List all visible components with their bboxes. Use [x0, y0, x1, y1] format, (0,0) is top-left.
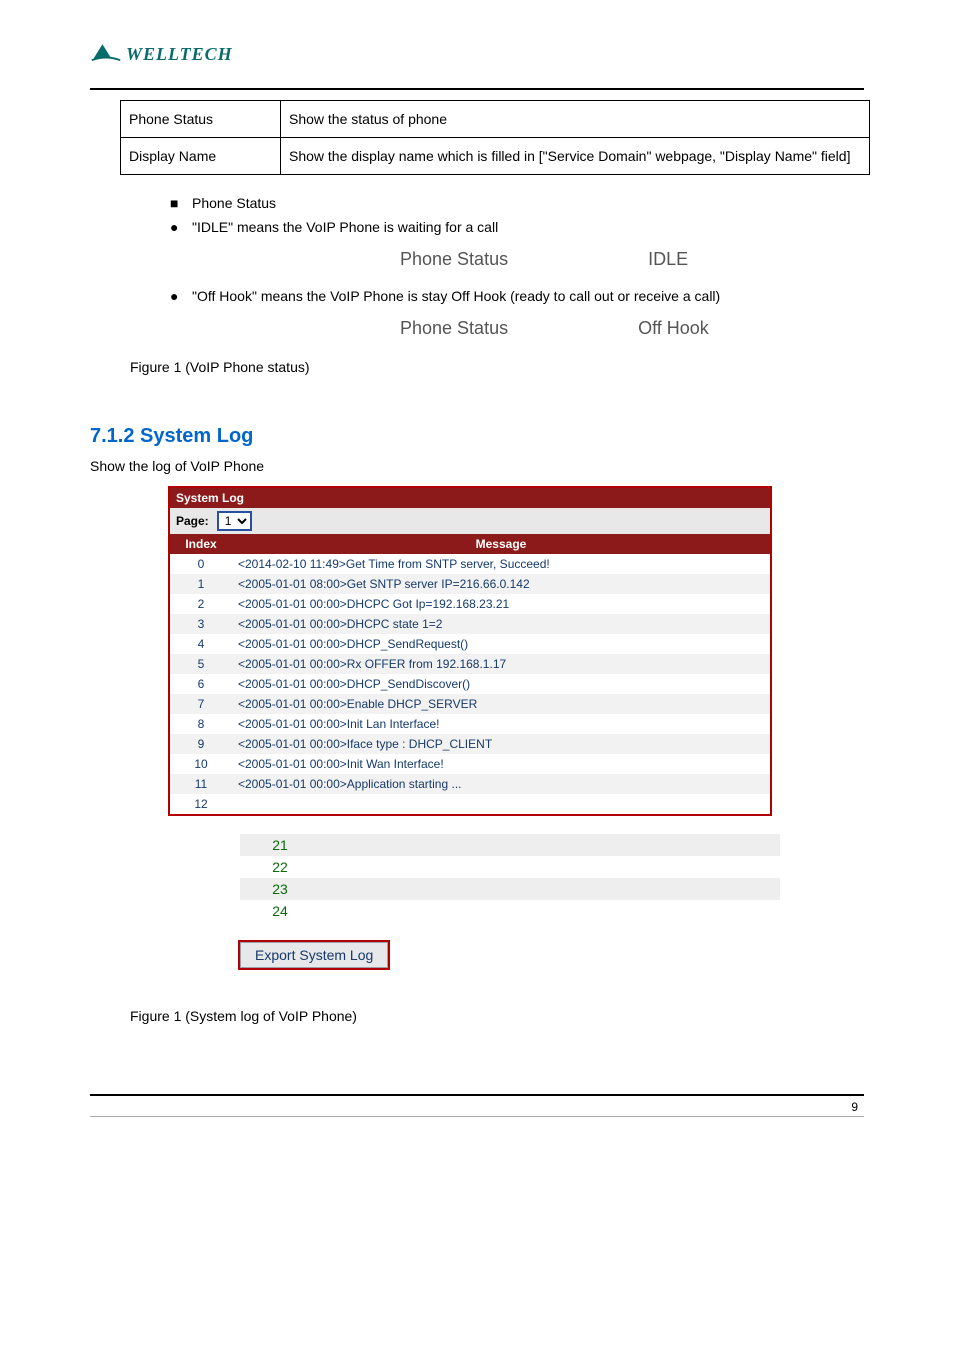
label: Phone Status [192, 195, 276, 211]
syslog-index: 9 [170, 734, 232, 754]
syslog-message: <2005-01-01 00:00>DHCPC Got Ip=192.168.2… [232, 594, 770, 614]
syslog-message: <2005-01-01 00:00>DHCPC state 1=2 [232, 614, 770, 634]
section-desc: Show the log of VoIP Phone [90, 458, 864, 474]
footer-rule [90, 1094, 864, 1096]
syslog-index: 2 [170, 594, 232, 614]
table-row: Phone Status Show the status of phone [121, 101, 870, 138]
table-row: Display Name Show the display name which… [121, 138, 870, 175]
syslog-row: 2<2005-01-01 00:00>DHCPC Got Ip=192.168.… [170, 594, 770, 614]
cell-value: Show the display name which is filled in… [281, 138, 870, 175]
col-message: Message [232, 534, 770, 554]
syslog-row: 1<2005-01-01 08:00>Get SNTP server IP=21… [170, 574, 770, 594]
bullet-icon: ■ [170, 195, 192, 211]
syslog-message: <2005-01-01 00:00>Enable DHCP_SERVER [232, 694, 770, 714]
phone-status-table: Phone Status Show the status of phone Di… [120, 100, 870, 175]
syslog-index: 1 [170, 574, 232, 594]
cell-value: Show the status of phone [281, 101, 870, 138]
phone-status-description: ■ Phone Status ● "IDLE" means the VoIP P… [170, 195, 864, 339]
footer-rule-light [90, 1116, 864, 1117]
syslog-message: <2005-01-01 00:00>Rx OFFER from 192.168.… [232, 654, 770, 674]
syslog-message: <2005-01-01 00:00>Iface type : DHCP_CLIE… [232, 734, 770, 754]
syslog-message: <2014-02-10 11:49>Get Time from SNTP ser… [232, 554, 770, 574]
syslog-index: 8 [170, 714, 232, 734]
syslog-message [232, 794, 770, 814]
syslog-row: 0<2014-02-10 11:49>Get Time from SNTP se… [170, 554, 770, 574]
row-index: 22 [240, 856, 320, 878]
export-system-log-button[interactable]: Export System Log [240, 942, 388, 968]
header-rule [90, 88, 864, 90]
figure-caption-2: Figure 1 (System log of VoIP Phone) [130, 1008, 864, 1024]
syslog-row: 5<2005-01-01 00:00>Rx OFFER from 192.168… [170, 654, 770, 674]
syslog-index: 7 [170, 694, 232, 714]
syslog-index: 10 [170, 754, 232, 774]
syslog-row: 7<2005-01-01 00:00>Enable DHCP_SERVER [170, 694, 770, 714]
syslog-message: <2005-01-01 00:00>Init Lan Interface! [232, 714, 770, 734]
syslog-row: 3<2005-01-01 00:00>DHCPC state 1=2 [170, 614, 770, 634]
cell-label: Display Name [121, 138, 281, 175]
logo-text: WELLTECH [126, 44, 233, 65]
bullet-icon: ● [170, 288, 192, 304]
fig-label: Phone Status [400, 318, 508, 339]
bullet-text: "Off Hook" means the VoIP Phone is stay … [192, 288, 720, 304]
fig-value: Off Hook [638, 318, 709, 339]
figure-caption-1: Figure 1 (VoIP Phone status) [130, 359, 864, 375]
row-index: 23 [240, 878, 320, 900]
syslog-row: 11<2005-01-01 00:00>Application starting… [170, 774, 770, 794]
syslog-index: 4 [170, 634, 232, 654]
section-title: 7.1.2 System Log [90, 425, 864, 448]
syslog-row: 4<2005-01-01 00:00>DHCP_SendRequest() [170, 634, 770, 654]
syslog-index: 0 [170, 554, 232, 574]
fig-value: IDLE [648, 249, 688, 270]
empty-rows-figure: 21 22 23 24 [240, 834, 780, 922]
syslog-row: 6<2005-01-01 00:00>DHCP_SendDiscover() [170, 674, 770, 694]
phone-status-figure-offhook: Phone Status Off Hook [400, 318, 864, 339]
system-log-title: System Log [170, 488, 770, 508]
col-index: Index [170, 534, 232, 554]
row-index: 21 [240, 834, 320, 856]
bullet-text: "IDLE" means the VoIP Phone is waiting f… [192, 219, 498, 235]
syslog-row: 8<2005-01-01 00:00>Init Lan Interface! [170, 714, 770, 734]
phone-status-figure-idle: Phone Status IDLE [400, 249, 864, 270]
syslog-message: <2005-01-01 00:00>DHCP_SendRequest() [232, 634, 770, 654]
page-number: 9 [851, 1100, 858, 1114]
cell-label: Phone Status [121, 101, 281, 138]
syslog-message: <2005-01-01 00:00>Init Wan Interface! [232, 754, 770, 774]
syslog-row: 12 [170, 794, 770, 814]
syslog-index: 11 [170, 774, 232, 794]
page-select[interactable]: 1 [217, 511, 252, 531]
syslog-index: 6 [170, 674, 232, 694]
syslog-index: 5 [170, 654, 232, 674]
logo: WELLTECH [90, 40, 864, 68]
logo-icon [90, 40, 122, 68]
syslog-row: 9<2005-01-01 00:00>Iface type : DHCP_CLI… [170, 734, 770, 754]
syslog-index: 12 [170, 794, 232, 814]
fig-label: Phone Status [400, 249, 508, 270]
syslog-index: 3 [170, 614, 232, 634]
page-label: Page: [176, 514, 209, 528]
syslog-message: <2005-01-01 00:00>Application starting .… [232, 774, 770, 794]
syslog-row: 10<2005-01-01 00:00>Init Wan Interface! [170, 754, 770, 774]
syslog-message: <2005-01-01 08:00>Get SNTP server IP=216… [232, 574, 770, 594]
system-log-panel: System Log Page: 1 Index Message 0<2014-… [170, 488, 770, 814]
bullet-icon: ● [170, 219, 192, 235]
row-index: 24 [240, 900, 320, 922]
syslog-message: <2005-01-01 00:00>DHCP_SendDiscover() [232, 674, 770, 694]
